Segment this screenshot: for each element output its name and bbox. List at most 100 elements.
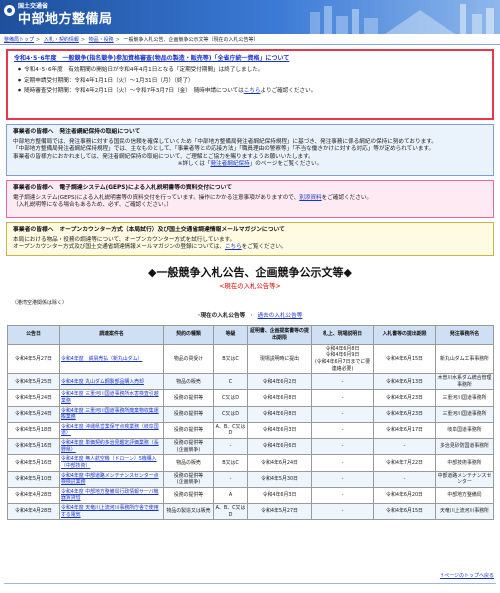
ethics-link[interactable]: 発注者綱紀保持	[210, 161, 249, 167]
table-cell: 令和4年6月20日	[373, 486, 436, 504]
table-cell: 物品の販売	[163, 373, 214, 391]
qualification-detail-link[interactable]: こちら	[244, 88, 261, 94]
table-cell: 役務の提供等	[163, 389, 214, 407]
breadcrumb-bid-info-link[interactable]: 入札・契約情報	[44, 37, 79, 43]
open-counter-notice-title: 事業者の皆様へ オープンカウンター方式（本局試行）及び国土交通省調達情報メールマ…	[13, 227, 285, 233]
qualification-item: 令和4･5･6年度 有効期間の開始日が令和4年4月1日となる「定期受付期間」は終…	[18, 67, 486, 75]
section-title: ◆一般競争入札公告、企画競争公示文等◆	[148, 266, 352, 279]
procurement-link[interactable]: 令和4年度 沖縄県営業保守点検業務（岐阜国道）	[59, 421, 164, 440]
table-row: 令和4年5月16日 令和4年度 無人航空機（ドローン）5機購入（中部技術） 物品の販…	[7, 454, 494, 472]
table-row: 令和4年5月24日 令和4年度 三重河川国道事務所水害検査引越業務 役務の提供等 C又…	[7, 389, 494, 407]
breadcrumb: 整備局トップ > 入札・契約情報 > 物品・役務 > 一般競争入札公告、企画競争公示文…	[0, 34, 500, 45]
procurement-link[interactable]: 令和4年度 中部地方整備局行政情報サーバ機器賃貸借	[59, 486, 164, 504]
ethics-notice-more: ※詳しくは「発注者綱紀保持」のページをご覧ください。	[177, 161, 323, 168]
table-cell: 令和4年5月10日	[7, 470, 60, 488]
table-cell: 三重河川国道事務所	[435, 389, 494, 407]
table-cell: 物品の販売	[163, 454, 214, 472]
table-cell: 中部地方整備局	[435, 486, 494, 504]
table-cell: C	[213, 373, 248, 391]
table-cell: 役務の提供等 (企画競争)	[163, 438, 214, 456]
table-cell: 令和4年6月2日	[247, 373, 312, 391]
geps-attachment-link[interactable]: 別添資料	[299, 195, 321, 201]
table-cell: 岐阜国道事務所	[435, 421, 494, 440]
geps-notice: 事業者の皆様へ 電子調達システム(GEPS)による入札説明書等の資料交付について…	[6, 180, 494, 218]
procurement-link[interactable]: 令和4年度 天竜川上流河川事務所庁舎で使用する電気	[59, 502, 164, 521]
table-cell: 令和4年5月18日	[7, 421, 60, 440]
table-cell: -	[311, 454, 374, 472]
table-cell: -	[213, 470, 248, 488]
table-cell: 令和4年5月24日	[7, 405, 60, 423]
ethics-notice: 事業者の皆様へ 発注者綱紀保持の取組について 中部地方整備局では、発注事務に対す…	[6, 124, 494, 176]
table-cell: 木曽川水系ダム統合管理事務所	[435, 373, 494, 391]
breadcrumb-home-link[interactable]: 整備局トップ	[4, 37, 34, 43]
column-header: 等級	[213, 324, 248, 345]
back-to-top-link[interactable]: ↑ページのトップへ戻る	[440, 573, 494, 580]
table-cell: 令和4年6月6日	[247, 438, 312, 456]
open-counter-link[interactable]: こちら	[225, 244, 242, 250]
ethics-notice-body: 「中部地方整備局発注者綱紀保持規程」では、主なものとして、「事業者等との応接方法…	[13, 146, 435, 153]
ministry-logo-icon	[4, 5, 15, 16]
table-row: 令和4年5月25日 令和4年度 丸山ダム鋼製部品購入売却 物品の販売 C 令和4年6月2…	[7, 373, 494, 391]
procurement-link[interactable]: 令和4年度 丸山ダム鋼製部品購入売却	[59, 373, 164, 391]
site-header: 国土交通省 中部地方整備局	[0, 0, 500, 34]
procurement-link[interactable]: 令和4年度 鉄屑売払（新丸山ダム）	[59, 343, 164, 375]
qualification-item: 定期申請受付期間：令和4年1月1日（火）～1月31日（月）（終了）	[18, 78, 486, 86]
procurement-link[interactable]: 令和4年度 単価契約多治見鑑定評価業務（長野県）	[59, 438, 164, 456]
table-cell: 物品の買受け	[163, 343, 214, 375]
procurement-link[interactable]: 令和4年度 中部道路メンテナンスセンター点検検討業務	[59, 470, 164, 488]
table-row: 令和4年5月24日 令和4年度 三重河川国道事務所廃棄物収集運搬業務 役務の提供等 C…	[7, 405, 494, 423]
table-cell: 令和4年6月24日	[247, 454, 312, 472]
column-header: 札上、現場説明日	[311, 324, 374, 345]
table-header-row: 公告日 調達案件名 契約の種類 等級 証明書、企画提案書等の提出期限 札上、現場説明日 入札…	[7, 324, 494, 345]
table-row: 令和4年4月28日 令和4年度 中部地方整備局行政情報サーバ機器賃貸借 役務の提供等…	[7, 486, 494, 504]
table-cell: 役務の提供等	[163, 421, 214, 440]
table-cell: 三重河川国道事務所	[435, 405, 494, 423]
table-cell: -	[213, 438, 248, 456]
table-cell: 令和4年5月25日	[7, 373, 60, 391]
notice-tabs: ･現在の入札公告等 ･ 過去の入札公告等	[0, 313, 500, 321]
table-cell: 中部技術事務所	[435, 454, 494, 472]
qualification-notice-title[interactable]: 令和4･5･6年度 一般競争(指名競争)参加資格審査(物品の製造・販売等)「全省…	[14, 55, 486, 63]
skyline-banner-icon	[310, 4, 494, 34]
procurement-link[interactable]: 令和4年度 三重河川国道事務所水害検査引越業務	[59, 389, 164, 407]
table-cell: -	[311, 470, 374, 488]
port-exclusion-note: （港湾空港関係は除く）	[12, 300, 68, 307]
column-header: 入札書等の提出期限	[373, 324, 436, 345]
table-cell: 令和4年5月27日	[247, 502, 312, 521]
table-cell: -	[311, 373, 374, 391]
table-cell: 新丸山ダム工事事務所	[435, 343, 494, 375]
tab-past-notices[interactable]: 過去の入札公告等	[258, 313, 303, 319]
table-row: 令和4年5月18日 令和4年度 沖縄県営業保守点検業務（岐阜国道） 役務の提供等 A、…	[7, 421, 494, 440]
tab-separator: ･	[249, 313, 253, 320]
qualification-item: 随時審査受付期間：令和4年2月1日（火）～令和7年3月7日（金） 随時申請につい…	[18, 88, 486, 96]
table-cell: C又はD	[213, 405, 248, 423]
table-cell: B又はC	[213, 454, 248, 472]
breadcrumb-current: 一般競争入札公告、企画競争公示文等（現在の入札公告等）	[123, 37, 259, 43]
table-body: 令和4年5月27日 令和4年度 鉄屑売払（新丸山ダム） 物品の買受け B又はC 現場説明…	[7, 343, 494, 521]
table-cell: 役務の提供等	[163, 405, 214, 423]
table-cell: 令和4年6月8日	[247, 389, 312, 407]
table-cell: 多治見砂防国道事務所	[435, 438, 494, 456]
column-header: 発注事務所名	[435, 324, 494, 345]
procurement-link[interactable]: 令和4年度 無人航空機（ドローン）5機購入（中部技術）	[59, 454, 164, 472]
table-cell: 令和4年6月13日	[373, 373, 436, 391]
table-row: 令和4年5月16日 令和4年度 単価契約多治見鑑定評価業務（長野県） 役務の提供等 …	[7, 438, 494, 456]
table-row: 令和4年4月28日 令和4年度 天竜川上流河川事務所庁舎で使用する電気 物品の製造又…	[7, 502, 494, 521]
breadcrumb-goods-link[interactable]: 物品・役務	[89, 37, 114, 43]
column-header: 公告日	[7, 324, 60, 345]
column-header: 証明書、企画提案書等の提出期限	[247, 324, 312, 345]
section-subtitle: <現在の入札公告等>	[219, 281, 281, 290]
footer-divider	[4, 583, 496, 584]
table-cell: 役務の提供等	[163, 486, 214, 504]
ministry-name: 国土交通省	[18, 3, 49, 10]
procurement-link[interactable]: 令和4年度 三重河川国道事務所廃棄物収集運搬業務	[59, 405, 164, 423]
table-cell: 令和4年4月28日	[7, 502, 60, 521]
open-counter-notice: 事業者の皆様へ オープンカウンター方式（本局試行）及び国土交通省調達情報メールマ…	[6, 222, 494, 256]
table-cell: 中部道路メンテナンスセンター	[435, 470, 494, 488]
table-cell: 令和4年5月16日	[7, 438, 60, 456]
column-header: 契約の種類	[163, 324, 214, 345]
table-cell: 令和4年6月23日	[373, 389, 436, 407]
table-cell: -	[311, 502, 374, 521]
table-cell: 天竜川上流河川事務所	[435, 502, 494, 521]
table-cell: -	[311, 405, 374, 423]
